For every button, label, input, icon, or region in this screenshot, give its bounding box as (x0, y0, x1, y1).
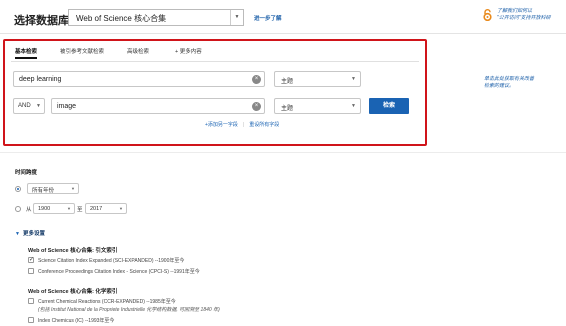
field-select-value-2: 主题 (281, 106, 294, 112)
timespan-preset-select[interactable]: 所有年份 ▼ (27, 183, 79, 194)
more-settings-label: 更多设置 (22, 231, 45, 237)
row-actions: +添加另一字段 | 重设所有字段 (205, 121, 279, 128)
link-separator: | (242, 122, 245, 128)
index-label: Current Chemical Reactions (CCR-EXPANDED… (38, 299, 176, 305)
citation-index-group-title: Web of Science 核心合集: 引文索引 (28, 248, 118, 254)
chevron-down-icon: ▼ (67, 206, 71, 211)
triangle-down-icon: ▼ (15, 231, 20, 237)
top-bar: 选择数据库 Web of Science 核心合集 ▼ 进一步了解 了解我们如何… (0, 0, 566, 34)
timespan-range-radio[interactable] (15, 206, 21, 212)
search-tips-link[interactable]: 单击此处获取有关改善 检索的建议。 (484, 76, 534, 90)
from-year-value: 1900 (38, 206, 51, 212)
index-checkbox[interactable] (28, 317, 34, 323)
to-year-value: 2017 (90, 206, 103, 212)
open-access-lock-icon (483, 9, 492, 21)
chemical-index-group-title: Web of Science 核心合集: 化学索引 (28, 289, 118, 295)
chevron-down-icon: ▼ (351, 103, 356, 109)
from-year-select[interactable]: 1900 ▼ (33, 203, 75, 214)
learn-more-link[interactable]: 进一步了解 (254, 14, 282, 22)
to-year-select[interactable]: 2017 ▼ (85, 203, 127, 214)
chevron-down-icon: ▼ (230, 10, 243, 25)
index-checkbox[interactable] (28, 298, 34, 304)
chevron-down-icon: ▼ (71, 186, 75, 191)
index-label: Index Chemicus (IC) --1993年至今 (38, 318, 115, 324)
boolean-operator-select[interactable]: AND ▼ (13, 98, 45, 114)
search-tips-line-1: 单击此处获取有关改善 (484, 76, 535, 82)
field-select-2[interactable]: 主题 ▼ (274, 98, 361, 114)
tab-basic-search[interactable]: 基本检索 (15, 47, 38, 59)
database-select[interactable]: Web of Science 核心合集 ▼ (68, 9, 244, 26)
boolean-operator-value: AND (18, 103, 31, 109)
tabs-divider (11, 61, 419, 62)
search-panel: 基本检索 被引参考文献检索 高级检索 + 更多内容 deep learning … (3, 39, 427, 146)
promo-line-2: "公开访问"支持开放科研 (497, 15, 551, 21)
field-select-1[interactable]: 主题 ▼ (274, 71, 361, 87)
tab-cited-reference-search[interactable]: 被引参考文献检索 (60, 47, 104, 55)
index-note: (包括 Institut National de la Propriete In… (38, 307, 220, 313)
field-select-value-1: 主题 (281, 79, 294, 85)
to-label: 至 (77, 207, 83, 213)
section-divider (0, 152, 566, 153)
tab-more[interactable]: + 更多内容 (175, 47, 202, 55)
database-select-value: Web of Science 核心合集 (76, 14, 167, 23)
add-field-link[interactable]: +添加另一字段 (205, 122, 238, 128)
chevron-down-icon: ▼ (351, 76, 356, 82)
search-term-input-1[interactable]: deep learning × (13, 71, 265, 87)
reset-fields-link[interactable]: 重设所有字段 (249, 122, 279, 128)
search-term-input-2[interactable]: image × (51, 98, 265, 114)
timespan-title: 时间跨度 (15, 170, 38, 176)
index-label: Science Citation Index Expanded (SCI-EXP… (38, 258, 185, 264)
chevron-down-icon: ▼ (119, 206, 123, 211)
more-settings-toggle[interactable]: ▼ 更多设置 (15, 229, 45, 237)
index-label: Conference Proceedings Citation Index - … (38, 269, 200, 275)
clear-icon[interactable]: × (252, 75, 261, 84)
open-access-promo-link[interactable]: 了解我们如何以 "公开访问"支持开放科研 (497, 8, 551, 22)
timespan-preset-value: 所有年份 (32, 188, 55, 194)
index-checkbox[interactable] (28, 256, 34, 263)
index-checkbox[interactable] (28, 268, 34, 274)
search-term-value-1: deep learning (19, 76, 62, 83)
search-button[interactable]: 检索 (369, 98, 409, 114)
timespan-preset-radio[interactable] (15, 186, 21, 192)
search-term-value-2: image (57, 103, 77, 110)
chevron-down-icon: ▼ (36, 103, 41, 109)
clear-icon[interactable]: × (252, 102, 261, 111)
search-tips-line-2: 检索的建议。 (484, 83, 515, 89)
from-label: 从 (26, 207, 32, 213)
tab-advanced-search[interactable]: 高级检索 (127, 47, 149, 55)
select-database-title: 选择数据库 (14, 15, 69, 27)
promo-line-1: 了解我们如何以 (497, 8, 533, 14)
